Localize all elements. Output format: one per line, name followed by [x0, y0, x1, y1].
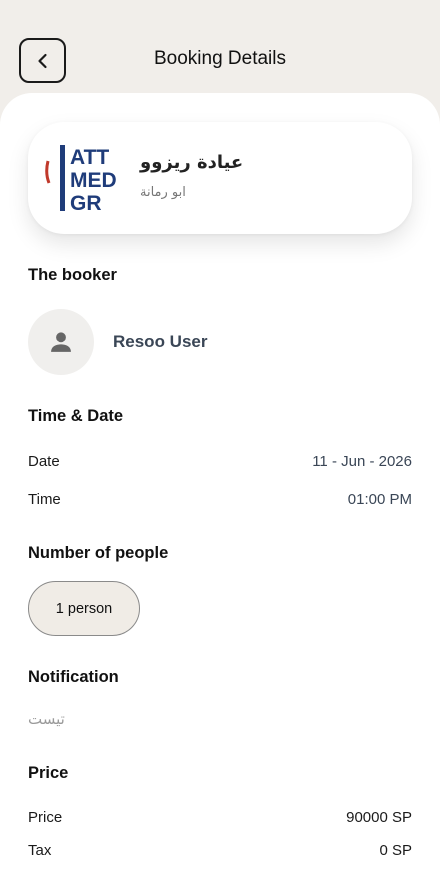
booker-name: Resoo User [113, 332, 208, 351]
notification-section-title: Notification [28, 668, 119, 686]
price-label: Price [28, 809, 63, 826]
logo-line-2: MED [70, 169, 117, 192]
price-value: 90000 SP [346, 809, 412, 826]
people-section-title: Number of people [28, 544, 169, 562]
logo-line-3: GR [70, 192, 102, 213]
clinic-name: عيادة ريزوو [140, 152, 244, 173]
avatar [28, 309, 94, 375]
time-date-section-title: Time & Date [28, 407, 124, 425]
price-section-title: Price [28, 764, 69, 782]
tax-value: 0 SP [379, 842, 412, 859]
person-icon [51, 332, 71, 352]
logo-line-1: ATT [70, 146, 109, 169]
page-title: Booking Details [153, 48, 287, 69]
tax-label: Tax [28, 842, 52, 859]
clinic-location: ابو رمانة [140, 185, 186, 200]
date-label: Date [28, 453, 60, 470]
booker-section-title: The booker [28, 266, 117, 284]
clinic-logo: ATT MED GR [44, 143, 122, 213]
date-value: 11 - Jun - 2026 [312, 453, 412, 470]
time-label: Time [28, 491, 61, 508]
time-value: 01:00 PM [347, 491, 412, 508]
notification-text: تيست [28, 710, 65, 728]
people-count-pill[interactable]: 1 person [28, 581, 140, 636]
